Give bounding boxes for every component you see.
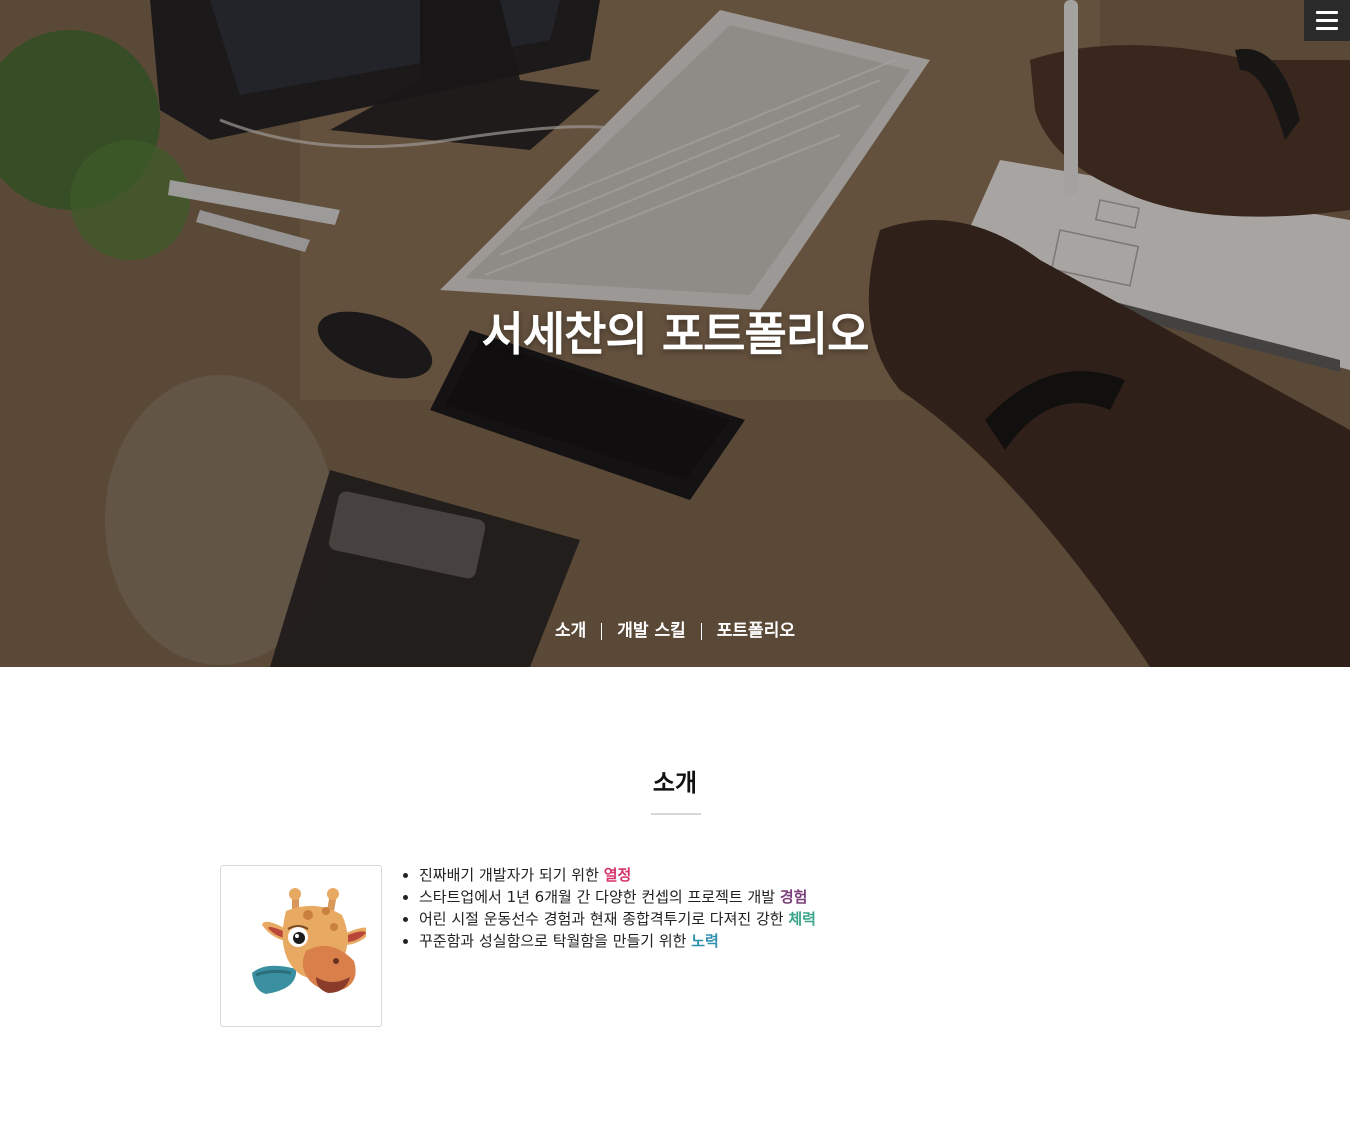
intro-text: 어린 시절 운동선수 경험과 현재 종합격투기로 다져진 강한 [419, 910, 789, 928]
nav-link-intro[interactable]: 소개 [540, 620, 601, 642]
intro-divider [651, 813, 701, 815]
profile-image [220, 865, 382, 1027]
hero-title: 서세찬의 포트폴리오 [481, 307, 870, 361]
intro-text: 스타트업에서 1년 6개월 간 다양한 컨셉의 프로젝트 개발 [419, 888, 780, 906]
nav-link-skills[interactable]: 개발 스킬 [602, 620, 700, 642]
nav-link-portfolio[interactable]: 포트폴리오 [702, 620, 810, 642]
hero-nav: 소개 개발 스킬 포트폴리오 [0, 620, 1350, 642]
intro-title: 소개 [652, 769, 698, 797]
highlight-passion: 열정 [603, 866, 632, 884]
list-item: 진짜배기 개발자가 되기 위한 열정 [419, 864, 816, 886]
intro-text: 꾸준함과 성실함으로 탁월함을 만들기 위한 [419, 932, 692, 950]
hero-section: 서세찬의 포트폴리오 소개 개발 스킬 포트폴리오 [0, 0, 1350, 667]
intro-text: 진짜배기 개발자가 되기 위한 [419, 866, 604, 884]
giraffe-avatar-icon [252, 888, 366, 994]
list-item: 어린 시절 운동선수 경험과 현재 종합격투기로 다져진 강한 체력 [419, 908, 816, 930]
list-item: 스타트업에서 1년 6개월 간 다양한 컨셉의 프로젝트 개발 경험 [419, 886, 816, 908]
highlight-stamina: 체력 [788, 910, 816, 928]
highlight-effort: 노력 [691, 932, 719, 950]
highlight-experience: 경험 [779, 888, 808, 906]
hamburger-menu-icon[interactable] [1304, 0, 1350, 41]
list-item: 꾸준함과 성실함으로 탁월함을 만들기 위한 노력 [419, 930, 816, 952]
intro-list: 진짜배기 개발자가 되기 위한 열정 스타트업에서 1년 6개월 간 다양한 컨… [419, 864, 816, 952]
